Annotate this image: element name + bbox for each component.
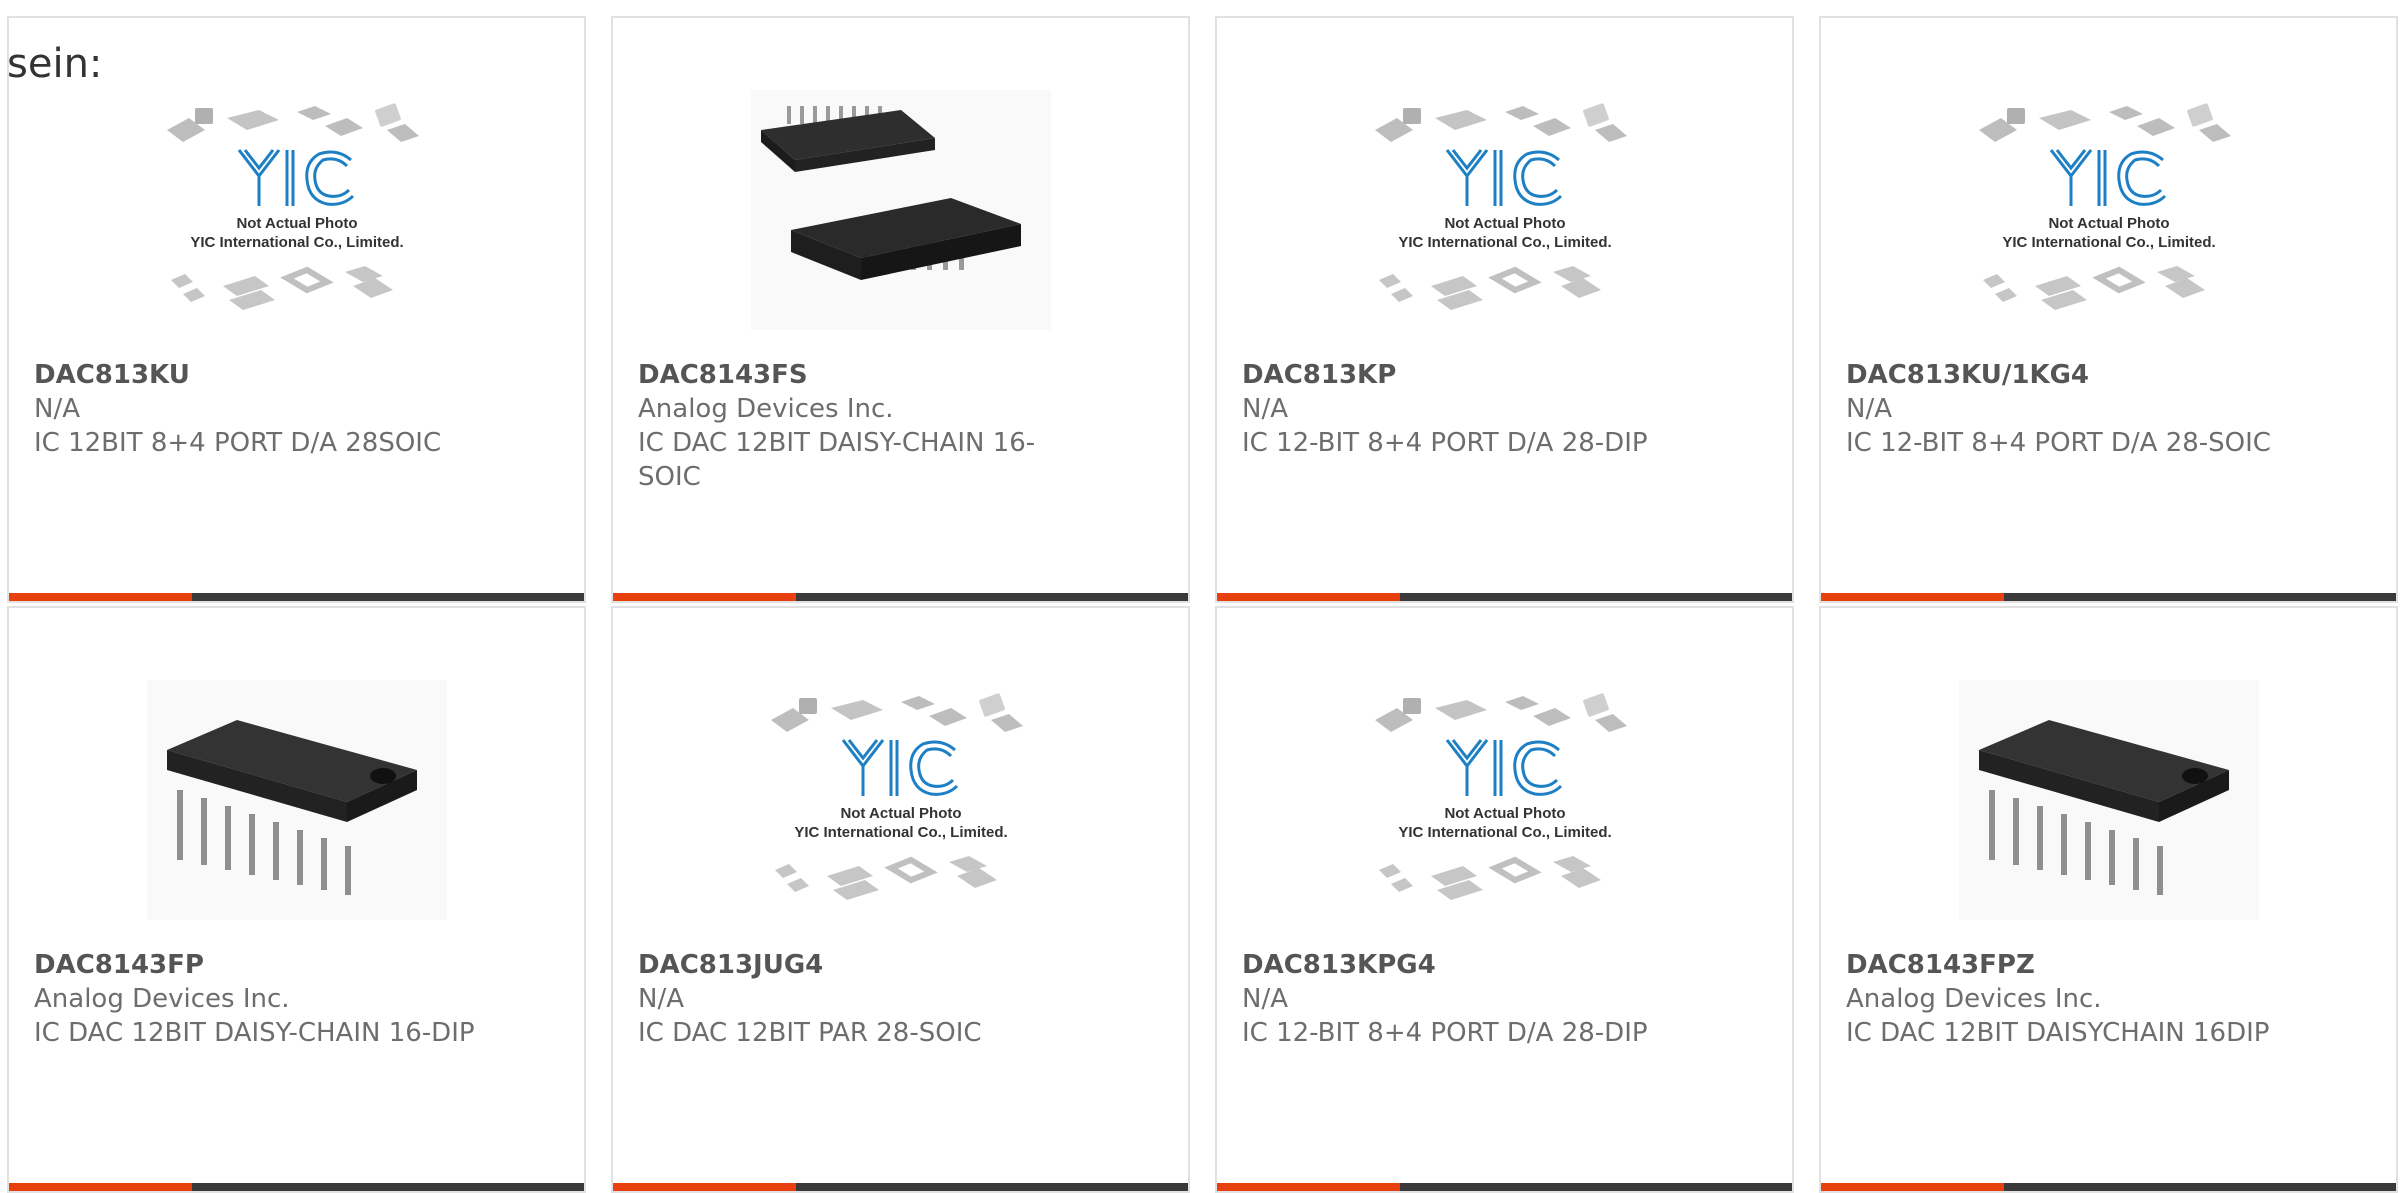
product-card[interactable]: Not Actual Photo YIC International Co., …: [1215, 606, 1794, 1193]
dip-chip-image: [146, 680, 447, 920]
manufacturer: N/A: [1242, 394, 1288, 424]
svg-text:Not Actual Photo: Not Actual Photo: [840, 805, 961, 822]
part-number[interactable]: DAC813KP: [1242, 358, 1692, 392]
manufacturer: N/A: [1242, 984, 1288, 1014]
description: IC DAC 12BIT PAR 28-SOIC: [638, 1018, 982, 1048]
product-card[interactable]: DAC8143FPZ Analog Devices Inc. IC DAC 12…: [1819, 606, 2398, 1193]
placeholder-image: Not Actual Photo YIC International Co., …: [1978, 103, 2231, 310]
dip-chip-image: [1958, 680, 2259, 920]
product-card[interactable]: DAC8143FS Analog Devices Inc. IC DAC 12B…: [611, 16, 1190, 603]
card-accent-bar: [1217, 1183, 1792, 1191]
soic-chip-image: [750, 90, 1051, 330]
svg-text:Not Actual Photo: Not Actual Photo: [1444, 215, 1565, 232]
manufacturer: Analog Devices Inc.: [34, 984, 290, 1014]
manufacturer: N/A: [1846, 394, 1892, 424]
svg-text:YIC International Co., Limited: YIC International Co., Limited.: [2002, 234, 2215, 251]
product-image: Not Actual Photo YIC International Co., …: [1217, 680, 1792, 950]
svg-text:YIC International Co., Limited: YIC International Co., Limited.: [1398, 234, 1611, 251]
description: IC 12-BIT 8+4 PORT D/A 28-DIP: [1242, 428, 1648, 458]
part-number[interactable]: DAC8143FS: [638, 358, 1088, 392]
part-number[interactable]: DAC813KPG4: [1242, 948, 1692, 982]
part-number[interactable]: DAC813KU: [34, 358, 484, 392]
description: IC DAC 12BIT DAISY-CHAIN 16-SOIC: [638, 428, 1036, 492]
svg-text:YIC International Co., Limited: YIC International Co., Limited.: [190, 234, 403, 251]
product-image: Not Actual Photo YIC International Co., …: [1821, 90, 2396, 360]
svg-text:YIC International Co., Limited: YIC International Co., Limited.: [794, 824, 1007, 841]
product-card[interactable]: Not Actual Photo YIC International Co., …: [7, 16, 586, 603]
product-image: Not Actual Photo YIC International Co., …: [613, 680, 1188, 950]
part-number[interactable]: DAC813JUG4: [638, 948, 1088, 982]
intro-text: sein:: [7, 41, 103, 87]
product-image: Not Actual Photo YIC International Co., …: [1217, 90, 1792, 360]
card-accent-bar: [1217, 593, 1792, 601]
part-number[interactable]: DAC8143FPZ: [1846, 948, 2296, 982]
product-card[interactable]: DAC8143FP Analog Devices Inc. IC DAC 12B…: [7, 606, 586, 1193]
card-accent-bar: [9, 1183, 584, 1191]
product-image: [1821, 680, 2396, 950]
svg-text:Not Actual Photo: Not Actual Photo: [1444, 805, 1565, 822]
product-card[interactable]: Not Actual Photo YIC International Co., …: [611, 606, 1190, 1193]
card-accent-bar: [9, 593, 584, 601]
card-accent-bar: [1821, 1183, 2396, 1191]
card-accent-bar: [1821, 593, 2396, 601]
svg-text:Not Actual Photo: Not Actual Photo: [236, 215, 357, 232]
part-number[interactable]: DAC8143FP: [34, 948, 484, 982]
description: IC 12-BIT 8+4 PORT D/A 28-DIP: [1242, 1018, 1648, 1048]
description: IC 12BIT 8+4 PORT D/A 28SOIC: [34, 428, 442, 458]
product-card[interactable]: Not Actual Photo YIC International Co., …: [1215, 16, 1794, 603]
manufacturer: N/A: [34, 394, 80, 424]
placeholder-image: Not Actual Photo YIC International Co., …: [1374, 693, 1627, 900]
product-image: [9, 680, 584, 950]
manufacturer: Analog Devices Inc.: [1846, 984, 2102, 1014]
product-image: Not Actual Photo YIC International Co., …: [9, 90, 584, 360]
svg-text:YIC International Co., Limited: YIC International Co., Limited.: [1398, 824, 1611, 841]
description: IC DAC 12BIT DAISY-CHAIN 16-DIP: [34, 1018, 475, 1048]
placeholder-image: Not Actual Photo YIC International Co., …: [1374, 103, 1627, 310]
svg-text:Not Actual Photo: Not Actual Photo: [2048, 215, 2169, 232]
description: IC DAC 12BIT DAISYCHAIN 16DIP: [1846, 1018, 2270, 1048]
card-accent-bar: [613, 593, 1188, 601]
placeholder-image: Not Actual Photo YIC International Co., …: [166, 103, 419, 310]
part-number[interactable]: DAC813KU/1KG4: [1846, 358, 2296, 392]
product-image: [613, 90, 1188, 360]
product-card[interactable]: Not Actual Photo YIC International Co., …: [1819, 16, 2398, 603]
placeholder-image: Not Actual Photo YIC International Co., …: [770, 693, 1023, 900]
manufacturer: Analog Devices Inc.: [638, 394, 894, 424]
card-accent-bar: [613, 1183, 1188, 1191]
description: IC 12-BIT 8+4 PORT D/A 28-SOIC: [1846, 428, 2271, 458]
manufacturer: N/A: [638, 984, 684, 1014]
